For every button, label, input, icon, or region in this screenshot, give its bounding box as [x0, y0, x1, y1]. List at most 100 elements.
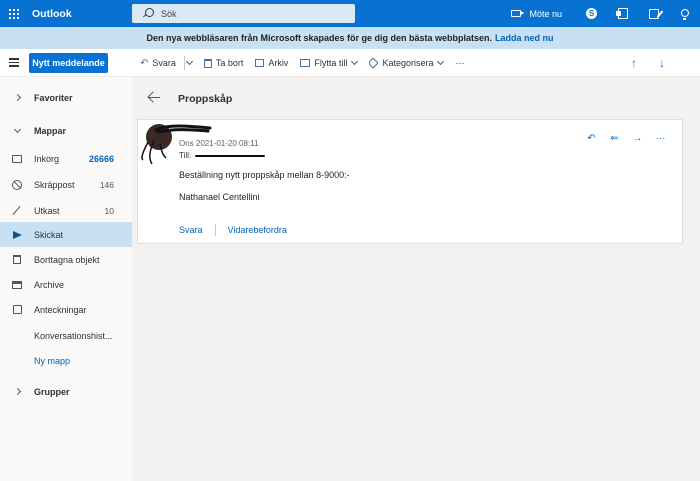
message-subject: Proppskåp — [178, 93, 233, 105]
sidebar-item-label: Skickat — [34, 229, 64, 240]
tips-button[interactable] — [669, 0, 700, 27]
junk-icon — [12, 179, 22, 190]
reading-pane: Proppskåp Ons 2021-01-20 08:11 Till: Bes… — [132, 77, 700, 481]
edit-icon — [648, 8, 659, 19]
message-card: Ons 2021-01-20 08:11 Till: Beställning n… — [137, 119, 683, 244]
archive-label: Arkiv — [268, 58, 289, 68]
chevron-down-icon — [13, 125, 21, 133]
office-button[interactable] — [607, 0, 638, 27]
feedback-button[interactable] — [638, 0, 669, 27]
arrow-down-icon[interactable]: ↓ — [648, 56, 676, 70]
meet-now-button[interactable]: Möte nu — [511, 9, 562, 19]
hamburger-menu-icon[interactable] — [0, 49, 28, 77]
lightbulb-icon — [680, 8, 689, 20]
sidebar-item-junk[interactable]: Skräppost 146 — [0, 172, 132, 197]
banner-download-link[interactable]: Ladda ned nu — [495, 33, 554, 43]
categorize-label: Kategorisera — [382, 58, 434, 68]
unread-count: 26666 — [88, 153, 114, 164]
chevron-down-icon — [437, 57, 445, 66]
toolbar-actions: ↶ Svara Ta bort Arkiv Flytta till Katego… — [140, 49, 476, 77]
message-body-line: Beställning nytt proppskåp mellan 8-9000… — [179, 170, 350, 180]
search-icon — [141, 7, 155, 21]
sidebar-favorites[interactable]: Favoriter — [0, 85, 132, 110]
app-launcher-icon[interactable] — [0, 0, 28, 27]
banner-text: Den nya webbläsaren från Microsoft skapa… — [146, 33, 493, 43]
search-box[interactable]: Sök — [132, 4, 355, 23]
command-bar: Nytt meddelande ↶ Svara Ta bort Arkiv Fl… — [0, 49, 700, 77]
sidebar-item-sent[interactable]: Skickat — [0, 222, 132, 247]
groups-label: Grupper — [34, 386, 70, 397]
reply-links: Svara Vidarebefordra — [179, 224, 287, 236]
item-count: 146 — [99, 179, 114, 190]
sidebar-item-label: Konversationshist... — [34, 330, 113, 341]
message-date: Ons 2021-01-20 08:11 — [179, 139, 259, 148]
folder-move-icon — [300, 59, 311, 67]
meet-now-label: Möte nu — [529, 8, 562, 19]
categorize-button[interactable]: Kategorisera — [367, 57, 445, 69]
new-message-button[interactable]: Nytt meddelande — [29, 53, 108, 73]
sidebar-item-drafts[interactable]: Utkast 10 — [0, 198, 132, 223]
browser-banner: Den nya webbläsaren från Microsoft skapa… — [0, 27, 700, 49]
pencil-icon — [12, 205, 22, 216]
sidebar-item-label: Anteckningar — [34, 304, 87, 315]
delete-label: Ta bort — [215, 58, 244, 68]
chevron-right-icon — [13, 387, 21, 396]
new-folder-link[interactable]: Ny mapp — [0, 348, 132, 373]
forward-icon[interactable]: → — [626, 133, 649, 144]
sidebar-groups[interactable]: Grupper — [0, 379, 132, 404]
sidebar-item-label: Skräppost — [34, 179, 75, 190]
sidebar-folders[interactable]: Mappar — [0, 118, 132, 143]
delete-button[interactable]: Ta bort — [203, 58, 244, 68]
sidebar-item-label: Borttagna objekt — [34, 254, 100, 265]
divider — [214, 224, 216, 236]
arrow-up-icon[interactable]: ↑ — [620, 56, 648, 70]
message-actions: ↶ ⇐ → ··· — [580, 133, 672, 144]
reply-all-icon[interactable]: ⇐ — [603, 133, 626, 144]
sidebar-item-archive[interactable]: Archive — [0, 272, 132, 297]
send-icon — [12, 230, 22, 239]
move-to-button[interactable]: Flytta till — [300, 57, 359, 68]
sidebar-item-notes[interactable]: Anteckningar — [0, 297, 132, 322]
redacted-recipient — [195, 154, 266, 157]
archive-icon — [12, 280, 22, 289]
video-camera-icon — [511, 10, 525, 17]
skype-icon: S — [586, 8, 597, 19]
sidebar-item-deleted[interactable]: Borttagna objekt — [0, 247, 132, 272]
inbox-icon — [12, 154, 22, 163]
back-arrow-icon[interactable] — [146, 91, 164, 105]
note-icon — [12, 305, 22, 314]
search-input[interactable]: Sök — [161, 9, 177, 19]
recipient-line: Till: — [179, 151, 266, 160]
archive-button[interactable]: Arkiv — [255, 58, 288, 68]
divider — [183, 56, 185, 70]
chevron-down-icon[interactable] — [185, 57, 193, 66]
forward-link[interactable]: Vidarebefordra — [228, 225, 287, 235]
trash-icon — [13, 255, 21, 264]
office-icon — [615, 8, 628, 19]
item-count: 10 — [104, 205, 114, 216]
app-title[interactable]: Outlook — [32, 8, 132, 20]
sidebar-item-conversation-history[interactable]: Konversationshist... — [0, 323, 132, 348]
new-folder-label: Ny mapp — [34, 355, 71, 366]
favorites-label: Favoriter — [34, 92, 73, 103]
folder-pane: Favoriter Mappar Inkorg 26666 Skräppost … — [0, 77, 132, 481]
reply-icon: ↶ — [140, 57, 149, 69]
sidebar-item-inbox[interactable]: Inkorg 26666 — [0, 146, 132, 171]
tag-icon — [367, 57, 380, 69]
skype-button[interactable]: S — [576, 0, 607, 27]
more-actions-button[interactable]: ··· — [455, 58, 464, 68]
message-signature: Nathanael Centellini — [179, 192, 260, 202]
reply-icon[interactable]: ↶ — [580, 133, 603, 144]
more-options-button[interactable]: ··· — [649, 133, 672, 144]
chevron-down-icon — [351, 57, 359, 66]
to-label: Till: — [179, 151, 192, 160]
archive-icon — [255, 59, 265, 67]
reply-button[interactable]: ↶ Svara — [140, 58, 176, 69]
trash-icon — [203, 58, 212, 68]
top-right-actions: Möte nu S — [511, 0, 700, 27]
move-label: Flytta till — [314, 58, 348, 68]
sidebar-item-label: Utkast — [34, 205, 60, 216]
top-bar: Outlook Sök Möte nu S — [0, 0, 700, 27]
reply-link[interactable]: Svara — [179, 225, 203, 235]
folders-label: Mappar — [34, 125, 67, 136]
